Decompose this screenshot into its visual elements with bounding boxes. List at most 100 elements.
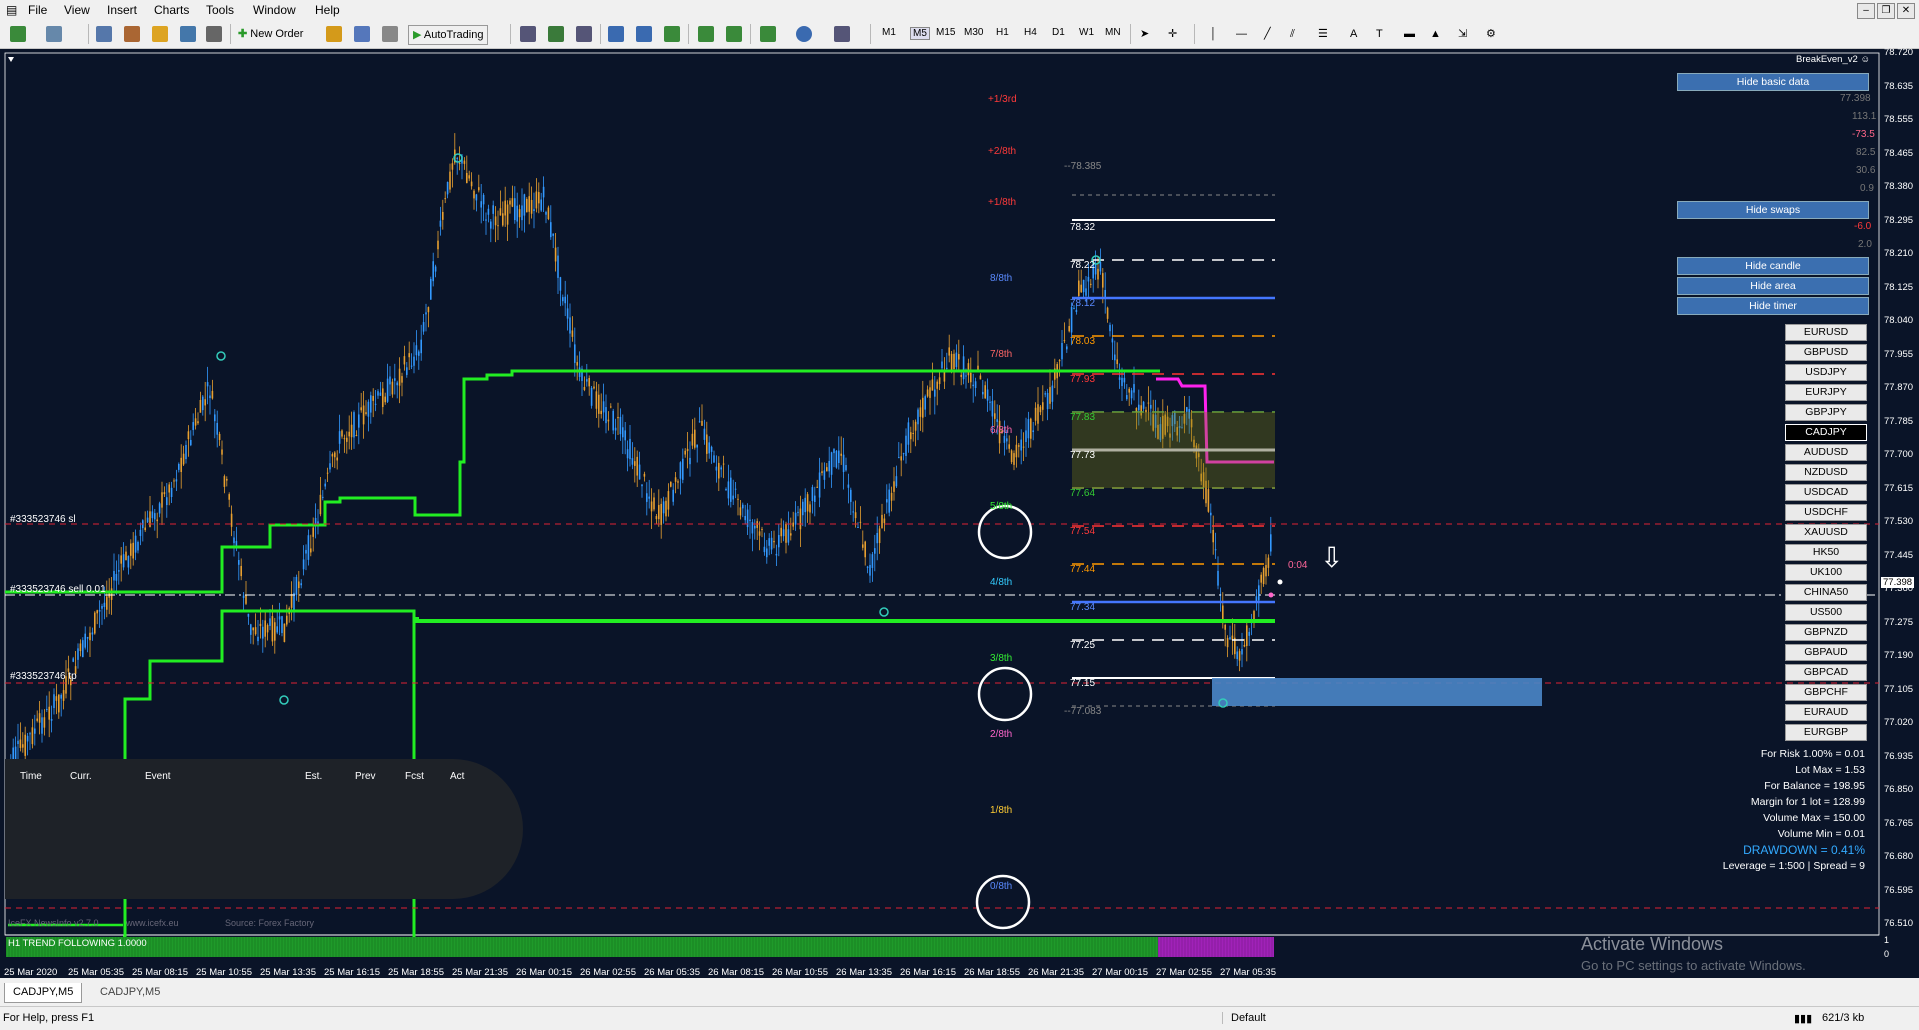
bar-chart-icon[interactable] — [520, 26, 536, 42]
symbol-button-gbpnzd[interactable]: GBPNZD — [1785, 624, 1867, 641]
order-sell-label[interactable]: #333523746 sell 0.01 — [10, 584, 106, 595]
hide-swaps-button[interactable]: Hide swaps — [1677, 201, 1869, 219]
symbol-button-euraud[interactable]: EURAUD — [1785, 704, 1867, 721]
hide-timer-button[interactable]: Hide timer — [1677, 297, 1869, 315]
horizontal-line-icon[interactable]: — — [1236, 25, 1247, 43]
candle-body — [895, 476, 898, 487]
zoom-out-icon[interactable] — [636, 26, 652, 42]
symbol-button-audusd[interactable]: AUDUSD — [1785, 444, 1867, 461]
candle-body — [874, 548, 876, 554]
text-icon[interactable]: A — [1350, 25, 1357, 43]
rectangle-icon[interactable]: ▬ — [1404, 25, 1415, 43]
tf-m30[interactable]: M30 — [964, 27, 983, 38]
crosshair-icon[interactable]: ✛ — [1168, 25, 1177, 43]
candle-body — [677, 481, 679, 483]
zoom-in-icon[interactable] — [608, 26, 624, 42]
tab-cadjpy[interactable]: CADJPY,M5 — [92, 983, 168, 1002]
candlestick-icon[interactable] — [548, 26, 564, 42]
templates-icon[interactable] — [834, 26, 850, 42]
symbol-button-eurjpy[interactable]: EURJPY — [1785, 384, 1867, 401]
symbol-button-eurgbp[interactable]: EURGBP — [1785, 724, 1867, 741]
tile-windows-icon[interactable] — [664, 26, 680, 42]
candle-body — [262, 626, 264, 639]
symbol-button-china50[interactable]: CHINA50 — [1785, 584, 1867, 601]
app-icon[interactable]: ▤ — [6, 3, 17, 17]
signals-icon[interactable] — [354, 26, 370, 42]
symbol-button-hk50[interactable]: HK50 — [1785, 544, 1867, 561]
triangle-icon[interactable]: ▲ — [1430, 25, 1441, 43]
symbol-button-eurusd[interactable]: EURUSD — [1785, 324, 1867, 341]
new-order-button[interactable]: ✚ New Order — [238, 25, 303, 43]
periods-icon[interactable] — [796, 26, 812, 42]
cursor-icon[interactable]: ➤ — [1140, 25, 1149, 43]
restore-button[interactable]: ❐ — [1877, 3, 1895, 19]
symbol-button-nzdusd[interactable]: NZDUSD — [1785, 464, 1867, 481]
autotrading-button[interactable]: ▶ AutoTrading — [408, 25, 489, 45]
tf-h1[interactable]: H1 — [996, 27, 1009, 38]
menu-insert[interactable]: Insert — [107, 3, 137, 17]
hide-candle-button[interactable]: Hide candle — [1677, 257, 1869, 275]
minimize-button[interactable]: – — [1857, 3, 1875, 19]
indicators-icon[interactable] — [760, 26, 776, 42]
hide-basic-data-button[interactable]: Hide basic data — [1677, 73, 1869, 91]
candle-body — [24, 734, 26, 756]
order-tp-label[interactable]: #333523746 tp — [10, 671, 77, 682]
order-sl-label[interactable]: #333523746 sl — [10, 514, 76, 525]
menu-tools[interactable]: Tools — [206, 3, 234, 17]
tab-cadjpy-active[interactable]: CADJPY,M5 — [4, 983, 83, 1003]
chart-window[interactable]: +1/3rd +2/8th +1/8th 8/8th 7/8th 6/8th 5… — [0, 47, 1919, 978]
close-button[interactable]: ✕ — [1897, 3, 1915, 19]
symbol-button-gbpjpy[interactable]: GBPJPY — [1785, 404, 1867, 421]
market-watch-icon[interactable] — [96, 26, 112, 42]
tf-m5[interactable]: M5 — [910, 27, 930, 40]
more-tools-icon[interactable]: ⚙ — [1486, 25, 1496, 43]
menu-window[interactable]: Window — [253, 3, 296, 17]
sub-axis-label: 0 — [1884, 949, 1890, 959]
symbol-button-us500[interactable]: US500 — [1785, 604, 1867, 621]
chart-shift-icon[interactable] — [726, 26, 742, 42]
time-axis-label: 26 Mar 16:15 — [900, 967, 956, 978]
market-icon[interactable] — [382, 26, 398, 42]
menu-help[interactable]: Help — [315, 3, 340, 17]
tf-d1[interactable]: D1 — [1052, 27, 1065, 38]
price-chart[interactable] — [0, 49, 1919, 978]
vertical-line-icon[interactable]: │ — [1210, 25, 1217, 43]
hide-area-button[interactable]: Hide area — [1677, 277, 1869, 295]
trend-bar-purple — [1158, 937, 1274, 957]
symbol-button-xauusd[interactable]: XAUUSD — [1785, 524, 1867, 541]
menu-charts[interactable]: Charts — [154, 3, 189, 17]
symbol-button-usdjpy[interactable]: USDJPY — [1785, 364, 1867, 381]
tf-m15[interactable]: M15 — [936, 27, 955, 38]
candle-body — [1121, 377, 1123, 387]
metaeditor-icon[interactable] — [326, 26, 342, 42]
arrows-icon[interactable]: ⇲ — [1458, 25, 1467, 43]
symbol-button-usdchf[interactable]: USDCHF — [1785, 504, 1867, 521]
symbol-button-cadjpy[interactable]: CADJPY — [1785, 424, 1867, 441]
profiles-icon[interactable] — [46, 26, 62, 42]
new-chart-icon[interactable] — [10, 26, 26, 42]
line-chart-icon[interactable] — [576, 26, 592, 42]
navigator-icon[interactable] — [152, 26, 168, 42]
trendline-icon[interactable]: ╱ — [1264, 25, 1271, 43]
symbol-button-usdcad[interactable]: USDCAD — [1785, 484, 1867, 501]
tf-w1[interactable]: W1 — [1079, 27, 1094, 38]
tester-icon[interactable] — [206, 26, 222, 42]
symbol-button-gbpaud[interactable]: GBPAUD — [1785, 644, 1867, 661]
tf-mn[interactable]: MN — [1105, 27, 1121, 38]
time-axis-label: 27 Mar 05:35 — [1220, 967, 1276, 978]
terminal-icon[interactable] — [180, 26, 196, 42]
data-window-icon[interactable] — [124, 26, 140, 42]
menu-view[interactable]: View — [64, 3, 90, 17]
menu-file[interactable]: File — [28, 3, 47, 17]
symbol-button-uk100[interactable]: UK100 — [1785, 564, 1867, 581]
symbol-button-gbpcad[interactable]: GBPCAD — [1785, 664, 1867, 681]
tf-m1[interactable]: M1 — [882, 27, 896, 38]
symbol-button-gbpchf[interactable]: GBPCHF — [1785, 684, 1867, 701]
auto-scroll-icon[interactable] — [698, 26, 714, 42]
symbol-button-gbpusd[interactable]: GBPUSD — [1785, 344, 1867, 361]
candle-body — [1099, 262, 1102, 272]
tf-h4[interactable]: H4 — [1024, 27, 1037, 38]
channel-icon[interactable]: ⫽ — [1290, 25, 1295, 43]
text-label-icon[interactable]: T — [1376, 25, 1383, 43]
fibonacci-icon[interactable]: ☰ — [1318, 25, 1328, 43]
